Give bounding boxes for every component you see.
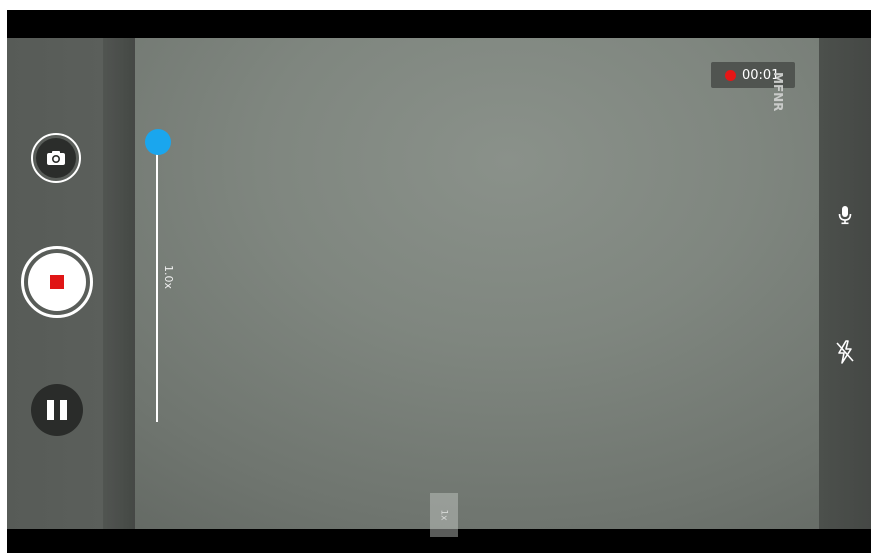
- zoom-slider-handle[interactable]: [145, 129, 171, 155]
- mfnr-mode-label: MFNR: [771, 72, 785, 112]
- zoom-preset-chip[interactable]: 1x: [430, 493, 458, 537]
- zoom-preset-label: 1x: [439, 509, 449, 521]
- pause-icon: [47, 400, 54, 420]
- stop-icon: [50, 275, 64, 289]
- bottom-right-block: [819, 529, 871, 553]
- stop-recording-inner: [28, 253, 86, 311]
- stop-recording-button[interactable]: [21, 246, 93, 318]
- camera-icon: [47, 151, 65, 165]
- recording-dot-icon: [725, 69, 736, 81]
- pause-button[interactable]: [31, 384, 83, 436]
- bottom-left-block: [7, 529, 135, 553]
- flash-off-icon: [836, 340, 854, 364]
- top-letterbox: [7, 10, 871, 38]
- pause-icon-bar: [60, 400, 67, 420]
- snapshot-button-inner: [36, 138, 76, 178]
- right-control-panel: [819, 38, 871, 529]
- camera-viewfinder[interactable]: [7, 38, 871, 529]
- microphone-icon: [838, 206, 852, 225]
- left-panel-edge: [103, 38, 135, 529]
- zoom-slider-track[interactable]: [156, 150, 158, 422]
- flash-toggle-button[interactable]: [833, 337, 857, 367]
- snapshot-button[interactable]: [31, 133, 81, 183]
- camera-screen: 1.0x 00:01 MFNR 1x: [7, 10, 871, 553]
- zoom-level-label: 1.0x: [162, 265, 175, 290]
- microphone-button[interactable]: [833, 203, 857, 227]
